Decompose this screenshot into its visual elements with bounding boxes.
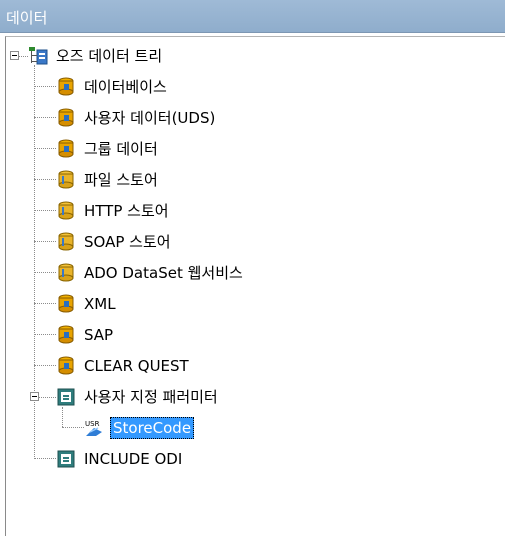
tree-node-label: XML [84,295,116,313]
database-store-icon [56,139,76,159]
store-cylinder-icon [56,201,76,221]
data-tree[interactable]: 오즈 데이터 트리 데이터베이스 사용자 데이터(UDS) 그룹 데이터 파일 … [5,36,505,536]
user-param-collapse-toggle[interactable] [30,392,39,401]
store-cylinder-icon [56,232,76,252]
store-cylinder-icon [56,263,76,283]
panel-title: 데이터 [6,9,48,27]
tree-node-label: 파일 스토어 [84,171,158,189]
parameter-folder-icon [56,449,76,469]
database-store-icon [56,294,76,314]
tree-node-label: 사용자 지정 패러미터 [84,388,218,406]
tree-node-label: INCLUDE ODI [84,450,183,468]
database-store-icon [56,108,76,128]
panel-titlebar: 데이터 [0,0,505,33]
parameter-folder-icon [56,387,76,407]
store-cylinder-icon [56,170,76,190]
tree-node-label: SAP [84,326,114,344]
database-store-icon [56,325,76,345]
data-panel: 데이터 오즈 데이터 트리 데이터베이스 사용자 데이터(UDS) 그룹 데이터… [0,0,505,536]
tree-node-label: 오즈 데이터 트리 [56,47,163,65]
tree-node-label: CLEAR QUEST [84,357,189,375]
tree-node-label: ADO DataSet 웹서비스 [84,264,243,282]
tree-root-icon [28,46,48,66]
tree-node-label: SOAP 스토어 [84,233,171,251]
user-parameter-icon: USR [84,418,104,438]
svg-text:USR: USR [85,420,100,428]
tree-node-label: 사용자 데이터(UDS) [84,109,216,127]
tree-node-label: HTTP 스토어 [84,202,169,220]
tree-node-label: StoreCode [110,417,195,439]
root-collapse-toggle[interactable] [10,51,19,60]
tree-node-label: 그룹 데이터 [84,140,158,158]
database-store-icon [56,356,76,376]
database-store-icon [56,77,76,97]
tree-node-label: 데이터베이스 [84,78,167,96]
